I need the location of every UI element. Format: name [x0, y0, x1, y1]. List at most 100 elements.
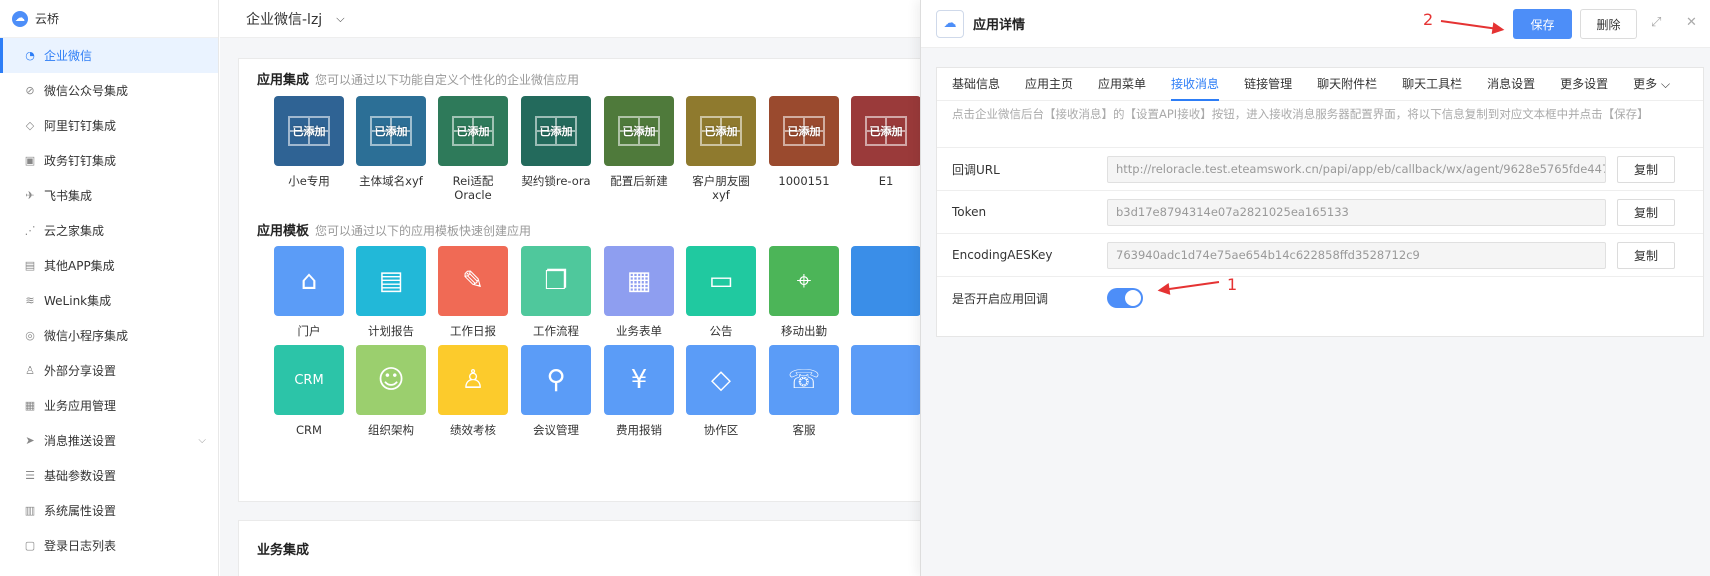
chevron-down-icon[interactable]: ⌵ — [336, 12, 344, 26]
template-tile[interactable]: ♙ 绩效考核 — [438, 345, 508, 437]
corp-selector[interactable]: 企业微信-lzj — [246, 9, 322, 29]
template-tile[interactable]: ⌂ 门户 — [274, 246, 344, 338]
sidebar-item-label: WeLink集成 — [44, 294, 112, 308]
sidebar-item-12[interactable]: ☰ 基础参数设置 — [0, 458, 218, 493]
tile-label: 费用报销 — [616, 423, 662, 437]
template-tile[interactable] — [851, 246, 921, 324]
added-badge: 已添加 — [374, 125, 408, 138]
partial-icon — [851, 246, 921, 316]
field-value[interactable]: http://reloracle.test.eteamswork.cn/papi… — [1107, 155, 1606, 183]
save-button[interactable]: 保存 — [1513, 9, 1572, 39]
copy-button[interactable]: 复制 — [1617, 198, 1675, 226]
kpi-icon: ♙ — [438, 345, 508, 415]
template-tile[interactable]: ▦ 业务表单 — [604, 246, 674, 338]
app-grid-icon: ▦ — [24, 399, 36, 412]
field-label: 回调URL — [952, 162, 1000, 177]
template-tile[interactable]: ❐ 工作流程 — [521, 246, 591, 338]
tile-label: 客户朋友圈xyf — [692, 174, 750, 202]
sidebar-item-label: 飞书集成 — [44, 189, 93, 203]
app-tile[interactable]: 已添加 主体域名xyf — [356, 96, 426, 188]
template-tile[interactable]: ✎ 工作日报 — [438, 246, 508, 338]
org-icon: ☺ — [356, 345, 426, 415]
sidebar-item-label: 系统属性设置 — [44, 504, 117, 518]
tile-label: 协作区 — [703, 423, 739, 437]
template-tile[interactable] — [851, 345, 921, 423]
sidebar-item-7[interactable]: ≋ WeLink集成 — [0, 283, 218, 318]
sidebar-item-5[interactable]: ⋰ 云之家集成 — [0, 213, 218, 248]
app-tile[interactable]: 已添加 1000151 — [769, 96, 839, 188]
sidebar-item-10[interactable]: ▦ 业务应用管理 — [0, 388, 218, 423]
feishu-icon: ✈ — [25, 189, 35, 202]
added-badge: 已添加 — [456, 125, 490, 138]
template-glyph: ♙ — [461, 365, 485, 395]
tab-6[interactable]: 聊天工具栏 — [1402, 75, 1462, 100]
sidebar-item-label: 微信公众号集成 — [44, 84, 129, 98]
templates-section-title: 应用模板 您可以通过以下的应用模板快速创建应用 — [257, 220, 531, 239]
tab-1[interactable]: 应用主页 — [1025, 75, 1073, 100]
template-tile[interactable]: ◇ 协作区 — [686, 345, 756, 437]
app-tile[interactable]: 已添加 配置后新建 — [604, 96, 674, 188]
app-tile[interactable]: 已添加 Rei适配Oracle — [438, 96, 508, 202]
tile-label: 工作日报 — [450, 324, 496, 338]
field-label: Token — [952, 205, 987, 219]
sidebar-nav: ◔ 企业微信 ⊘ 微信公众号集成 ◇ 阿里钉钉集成 ▣ 政务钉钉集成 ✈ 飞书集成 ⋰ 云之家集成 ▤ 其… — [0, 38, 218, 563]
field-value[interactable]: 763940adc1d74e75ae654b14c622858ffd352871… — [1107, 241, 1606, 269]
cloud-app-icon: ☁ — [936, 9, 964, 38]
flow-icon: ❐ — [521, 246, 591, 316]
meeting-icon: ⚲ — [521, 345, 591, 415]
expand-icon[interactable]: ⤢ — [1651, 15, 1661, 30]
chevron-down-icon[interactable]: ⌵ — [198, 435, 206, 446]
sidebar-item-4[interactable]: ✈ 飞书集成 — [0, 178, 218, 213]
template-tile[interactable]: ☏ 客服 — [769, 345, 839, 437]
template-tile[interactable]: CRM CRM — [274, 345, 344, 437]
tile-label: 客服 — [792, 423, 816, 437]
tile-label: 会议管理 — [533, 423, 579, 437]
sidebar-item-14[interactable]: ▢ 登录日志列表 — [0, 528, 218, 563]
sidebar-item-3[interactable]: ▣ 政务钉钉集成 — [0, 143, 218, 178]
app-tile[interactable]: 已添加 契约锁re-ora — [521, 96, 591, 188]
tab-9[interactable]: 更多 ⌵ — [1633, 75, 1670, 100]
drawer-header: ☁ 应用详情 保存 删除 ⤢ ✕ — [921, 0, 1710, 48]
tab-7[interactable]: 消息设置 — [1487, 75, 1535, 100]
template-tile[interactable]: ▭ 公告 — [686, 246, 756, 338]
sidebar-item-9[interactable]: ♙ 外部分享设置 — [0, 353, 218, 388]
template-tile[interactable]: ⚲ 会议管理 — [521, 345, 591, 437]
tile-label: CRM — [296, 423, 322, 437]
template-tile[interactable]: ¥ 费用报销 — [604, 345, 674, 437]
app-tile-icon: 已添加 — [438, 96, 508, 166]
sidebar-item-0[interactable]: ◔ 企业微信 — [0, 38, 218, 73]
copy-button[interactable]: 复制 — [1617, 241, 1675, 269]
tab-4[interactable]: 链接管理 — [1244, 75, 1292, 100]
sidebar-item-13[interactable]: ▥ 系统属性设置 — [0, 493, 218, 528]
sidebar-item-label: 企业微信 — [44, 49, 93, 63]
tile-label: 契约锁re-ora — [521, 174, 591, 188]
app-tile[interactable]: 已添加 小e专用 — [274, 96, 344, 188]
tab-5[interactable]: 聊天附件栏 — [1317, 75, 1377, 100]
sidebar-item-1[interactable]: ⊘ 微信公众号集成 — [0, 73, 218, 108]
delete-button[interactable]: 删除 — [1580, 9, 1637, 39]
tile-label: 小e专用 — [288, 174, 330, 188]
sidebar-item-6[interactable]: ▤ 其他APP集成 — [0, 248, 218, 283]
template-tile[interactable]: ⌖ 移动出勤 — [769, 246, 839, 338]
app-tile[interactable]: 已添加 E1 — [851, 96, 921, 188]
sidebar-item-11[interactable]: ➤ 消息推送设置 ⌵ — [0, 423, 218, 458]
sidebar-item-2[interactable]: ◇ 阿里钉钉集成 — [0, 108, 218, 143]
sidebar-item-8[interactable]: ◎ 微信小程序集成 — [0, 318, 218, 353]
tile-label: 计划报告 — [368, 324, 414, 338]
tab-0[interactable]: 基础信息 — [952, 75, 1000, 100]
apps-subtitle: 您可以通过以下功能自定义个性化的企业微信应用 — [315, 73, 580, 87]
tab-3[interactable]: 接收消息 — [1171, 75, 1220, 101]
field-value[interactable]: b3d17e8794314e07a2821025ea165133 — [1107, 198, 1606, 226]
app-tile[interactable]: 已添加 客户朋友圈xyf — [686, 96, 756, 202]
app-tile-icon: 已添加 — [356, 96, 426, 166]
callback-toggle[interactable] — [1107, 288, 1143, 308]
template-tile[interactable]: ☺ 组织架构 — [356, 345, 426, 437]
field-row: 回调URL http://reloracle.test.eteamswork.cn… — [937, 147, 1703, 190]
tab-8[interactable]: 更多设置 — [1560, 75, 1608, 100]
close-icon[interactable]: ✕ — [1686, 15, 1697, 30]
template-tile[interactable]: ▤ 计划报告 — [356, 246, 426, 338]
copy-button[interactable]: 复制 — [1617, 155, 1675, 183]
brand: ☁ 云桥 — [0, 0, 218, 38]
tab-2[interactable]: 应用菜单 — [1098, 75, 1146, 100]
expense-icon: ¥ — [604, 345, 674, 415]
